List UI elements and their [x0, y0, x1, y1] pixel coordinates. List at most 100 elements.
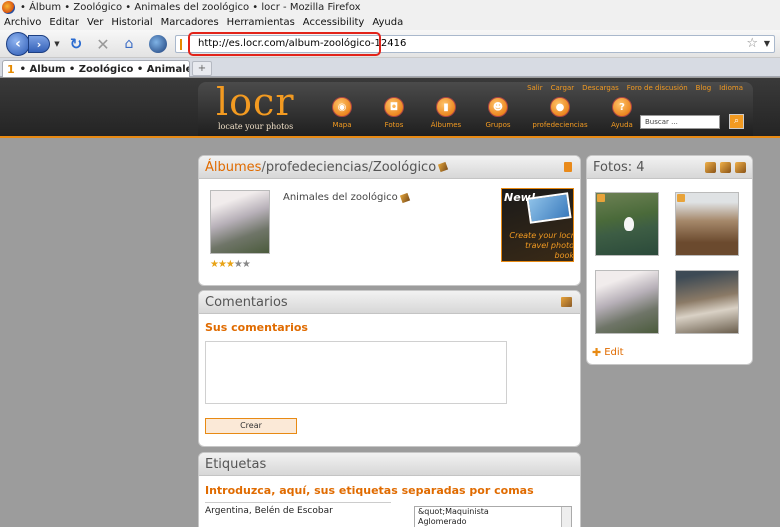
album-icon: ▮: [436, 97, 456, 117]
group-icon: ☻: [488, 97, 508, 117]
lock-icon: [677, 194, 685, 202]
menu-accessibility[interactable]: Accessibility: [303, 17, 365, 28]
album-panel-header: Álbumes / profedeciencias / Zoológico: [199, 156, 580, 179]
nav-albumes-label: Álbumes: [430, 121, 462, 129]
nav-ayuda-label: Ayuda: [611, 121, 633, 129]
main-nav: ◉ Mapa ◘ Fotos ▮ Álbumes ☻ Grupos ● prof…: [316, 97, 648, 129]
crumb-user[interactable]: profedeciencias: [266, 160, 369, 175]
tag-suggestion[interactable]: &quot;Maquinista: [418, 507, 571, 517]
menu-marcadores[interactable]: Marcadores: [161, 17, 219, 28]
globe-icon[interactable]: [149, 35, 167, 53]
user-icon: ●: [550, 97, 570, 117]
crear-button[interactable]: Crear: [205, 418, 297, 434]
menu-historial[interactable]: Historial: [111, 17, 152, 28]
edit-photos-link[interactable]: ✚ Edit: [592, 346, 624, 359]
new-tab-button[interactable]: +: [192, 61, 212, 76]
tags-panel: Etiquetas Introduzca, aquí, sus etiqueta…: [198, 452, 581, 527]
globe-map-icon[interactable]: [735, 162, 746, 173]
crumb-album: Zoológico: [372, 159, 437, 175]
list-scrollbar[interactable]: [561, 507, 571, 527]
menu-ver[interactable]: Ver: [87, 17, 103, 28]
tags-input[interactable]: Argentina, Belén de Escobar: [205, 502, 391, 527]
menu-editar[interactable]: Editar: [49, 17, 79, 28]
album-panel: Álbumes / profedeciencias / Zoológico ★★…: [198, 155, 581, 286]
album-cover-image[interactable]: [210, 190, 270, 254]
menu-herramientas[interactable]: Herramientas: [227, 17, 295, 28]
tags-subtitle: Introduzca, aquí, sus etiquetas separada…: [205, 484, 534, 497]
nav-profile[interactable]: ● profedeciencias: [524, 97, 596, 129]
edit-label: Edit: [604, 347, 624, 358]
tag-suggestion[interactable]: Aglomerado: [418, 517, 571, 527]
album-name-text: Animales del zoológico: [283, 192, 398, 203]
top-links: Salir Cargar Descargas Foro de discusión…: [527, 84, 743, 92]
comments-header: Comentarios: [199, 291, 580, 314]
tab-album[interactable]: 1 • Álbum • Zoológico • Animales del zo.…: [2, 60, 190, 77]
url-highlight-annotation: [188, 32, 381, 56]
page-content: locr locate your photos Salir Cargar Des…: [0, 78, 780, 527]
album-name: Animales del zoológico: [283, 192, 410, 203]
home-icon[interactable]: ⌂: [121, 36, 137, 52]
comments-subtitle: Sus comentarios: [205, 321, 308, 334]
locr-logo[interactable]: locr: [216, 83, 294, 121]
photos-header: Fotos: 4: [587, 156, 752, 179]
site-favicon-icon: [180, 39, 188, 50]
zoom-icon[interactable]: [705, 162, 716, 173]
link-salir[interactable]: Salir: [527, 84, 543, 92]
rating-stars[interactable]: ★★★★★: [210, 259, 251, 270]
nav-grupos-label: Grupos: [485, 121, 511, 129]
reload-icon[interactable]: ↻: [68, 35, 84, 53]
window-title: • Álbum • Zoológico • Animales del zooló…: [20, 2, 361, 13]
comments-title: Comentarios: [205, 294, 288, 310]
link-idioma[interactable]: Idioma: [719, 84, 743, 92]
promo-text: Create your locr travel photo book: [509, 231, 574, 260]
bookmark-star-icon[interactable]: ☆: [746, 36, 758, 51]
search-icon[interactable]: ⌕: [729, 114, 744, 129]
lock-icon: [597, 194, 605, 202]
history-dropdown-icon[interactable]: ▼: [53, 40, 61, 48]
edit-pencil-icon[interactable]: [438, 161, 449, 173]
photos-title: Fotos: 4: [593, 159, 645, 175]
nav-fotos[interactable]: ◘ Fotos: [368, 97, 420, 129]
menu-archivo[interactable]: Archivo: [4, 17, 41, 28]
link-foro[interactable]: Foro de discusión: [627, 84, 688, 92]
search-input[interactable]: Buscar ...: [640, 115, 720, 129]
crumb-albumes[interactable]: Álbumes: [205, 160, 261, 175]
back-button[interactable]: ‹: [6, 32, 30, 56]
nav-mapa[interactable]: ◉ Mapa: [316, 97, 368, 129]
firefox-icon: [2, 1, 15, 14]
egret-image: [624, 217, 634, 231]
photo-thumbnail[interactable]: [595, 270, 659, 334]
tab-bar: 1 • Álbum • Zoológico • Animales del zo.…: [0, 58, 780, 77]
url-dropdown-icon[interactable]: ▼: [764, 39, 770, 48]
tagline: locate your photos: [218, 122, 294, 131]
tags-suggestion-list[interactable]: &quot;Maquinista Aglomerado: [414, 506, 572, 527]
edit-name-pencil-icon[interactable]: [399, 192, 410, 203]
tab-title: • Álbum • Zoológico • Animales del zo...: [19, 63, 189, 75]
photo-thumbnail[interactable]: [675, 192, 739, 256]
photo-thumbnail[interactable]: [595, 192, 659, 256]
link-blog[interactable]: Blog: [696, 84, 711, 92]
link-cargar[interactable]: Cargar: [551, 84, 575, 92]
nav-albumes[interactable]: ▮ Álbumes: [420, 97, 472, 129]
photos-toolbar: [705, 162, 746, 173]
stop-icon[interactable]: ✕: [95, 35, 111, 54]
menu-ayuda[interactable]: Ayuda: [372, 17, 403, 28]
photo-thumbnail[interactable]: [675, 270, 739, 334]
site-header: locr locate your photos Salir Cargar Des…: [0, 78, 780, 138]
promo-photos-image: [526, 192, 572, 224]
trash-icon[interactable]: [564, 162, 572, 172]
star-icon: ★★★: [210, 259, 235, 270]
navigation-toolbar: ‹ › ▼ ↻ ✕ ⌂ http://es.locr.com/album-zoo…: [0, 30, 780, 58]
link-descargas[interactable]: Descargas: [582, 84, 619, 92]
photobook-promo[interactable]: New! Create your locr travel photo book: [501, 188, 574, 262]
comment-icon[interactable]: [561, 297, 572, 307]
nav-grupos[interactable]: ☻ Grupos: [472, 97, 524, 129]
tab-favicon-icon: 1: [7, 62, 15, 76]
forward-button[interactable]: ›: [28, 35, 50, 53]
tags-header: Etiquetas: [199, 453, 580, 476]
star-empty-icon: ★★: [233, 259, 251, 270]
header-inner: locr locate your photos Salir Cargar Des…: [198, 82, 753, 136]
photos-panel: Fotos: 4 ✚ Edit: [586, 155, 753, 365]
comment-textarea[interactable]: [205, 341, 507, 404]
slideshow-icon[interactable]: [720, 162, 731, 173]
